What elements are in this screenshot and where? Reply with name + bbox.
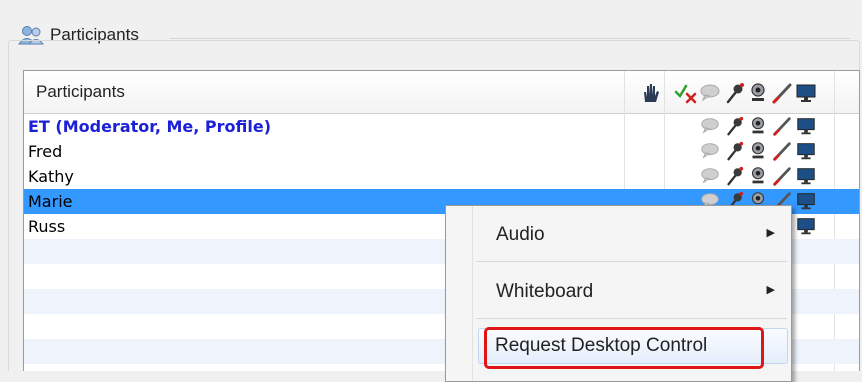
participant-row[interactable]: Fred [24,139,859,164]
highlight-callout-box [484,327,764,369]
participant-name: Marie [28,192,73,211]
desktop-share-icon[interactable] [795,190,817,212]
microphone-icon[interactable] [722,81,746,105]
microphone-icon[interactable] [723,115,745,137]
microphone-icon[interactable] [723,165,745,187]
menu-separator [476,261,787,262]
submenu-arrow-icon: ▶ [766,284,775,296]
column-header-row: Participants [24,71,859,114]
raise-hand-icon[interactable] [638,81,662,105]
whiteboard-pen-icon[interactable] [770,81,794,105]
menu-item-label: Audio [496,224,545,245]
menu-item-whiteboard[interactable]: Whiteboard ▶ [446,271,791,311]
submenu-arrow-icon: ▶ [766,227,775,239]
yes-no-icon[interactable] [674,81,698,105]
participant-name: Russ [28,217,66,236]
menu-item-audio[interactable]: Audio ▶ [446,214,791,254]
chat-icon [699,115,721,137]
desktop-share-icon[interactable] [794,81,818,105]
participants-column-header[interactable]: Participants [36,82,125,102]
desktop-share-icon[interactable] [795,140,817,162]
webcam-icon[interactable] [747,115,769,137]
webcam-icon[interactable] [747,140,769,162]
participant-row[interactable]: Kathy [24,164,859,189]
webcam-icon[interactable] [746,81,770,105]
desktop-share-icon[interactable] [795,215,817,237]
whiteboard-pen-icon[interactable] [771,115,793,137]
panel-header-divider [170,38,850,39]
menu-separator [476,318,787,319]
participant-name: ET (Moderator, Me, Profile) [28,117,271,136]
chat-icon [699,140,721,162]
chat-icon[interactable] [698,81,722,105]
chat-icon [699,165,721,187]
desktop-share-icon[interactable] [795,115,817,137]
whiteboard-pen-icon[interactable] [771,165,793,187]
participant-name: Kathy [28,167,74,186]
desktop-share-icon[interactable] [795,165,817,187]
menu-item-label: Whiteboard [496,281,594,302]
participant-row[interactable]: ET (Moderator, Me, Profile) [24,114,859,139]
webcam-icon[interactable] [747,165,769,187]
whiteboard-pen-icon[interactable] [771,140,793,162]
microphone-icon[interactable] [723,140,745,162]
participant-name: Fred [28,142,63,161]
